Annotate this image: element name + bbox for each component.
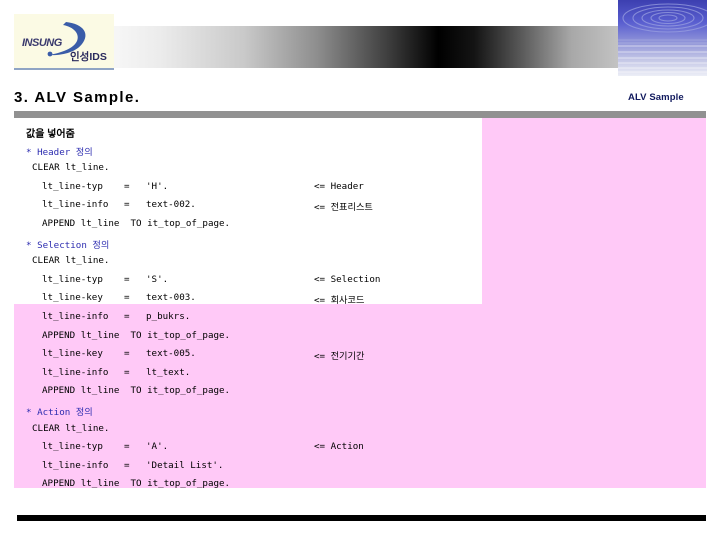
code-line-lhs: lt_line-key [42, 292, 103, 304]
code-line: lt_line-key = text-005. <= 전기기간 [14, 348, 706, 366]
code-line-lhs: lt_line-info [42, 459, 109, 471]
code-line: CLEAR lt_line. [14, 162, 706, 180]
code-line-rhs: text-005. [146, 348, 196, 360]
code-line: CLEAR lt_line. [14, 423, 706, 441]
code-line: * Selection 정의 [14, 237, 706, 255]
code-line-operator: = [124, 199, 130, 211]
code-line-rhs: 'Detail List'. [146, 459, 224, 471]
code-line: lt_line-key = text-003. <= 회사코드 [14, 292, 706, 310]
code-line-text: APPEND lt_line TO it_top_of_page. [42, 218, 231, 229]
code-line: lt_line-typ = 'S'. <= Selection [14, 274, 706, 292]
code-line: APPEND lt_line TO it_top_of_page. [14, 218, 706, 236]
company-logo: INSUNG 인성IDS [14, 14, 114, 70]
slide-header-band: INSUNG 인성IDS [0, 0, 720, 82]
code-line-rhs: text-002. [146, 199, 196, 211]
code-listing: 값을 넣어줌 * Header 정의 CLEAR lt_line. lt_line-t… [14, 118, 706, 489]
code-line: APPEND lt_line TO it_top_of_page. [14, 478, 706, 496]
code-line-text: APPEND lt_line TO it_top_of_page. [42, 329, 231, 341]
code-line-text: CLEAR lt_line. [32, 255, 110, 267]
code-line-comment: * Selection 정의 [26, 239, 110, 251]
water-ripple-icon [618, 0, 707, 76]
code-line-text: CLEAR lt_line. [32, 162, 110, 174]
code-intro-heading-text: 값을 넣어줌 [26, 129, 75, 140]
code-line: lt_line-info = 'Detail List'. [14, 460, 706, 478]
code-line-annotation: <= Action [314, 441, 364, 453]
code-line-rhs: text-003. [146, 292, 196, 304]
code-line: lt_line-info = text-002. <= 전표리스트 [14, 199, 706, 217]
code-intro-heading: 값을 넣어줌 [14, 125, 706, 143]
code-line-operator: = [124, 273, 130, 285]
page-title: 3. ALV Sample. [14, 89, 141, 106]
hero-ripple-image [618, 0, 707, 76]
code-line-annotation: <= 전표리스트 [314, 202, 373, 214]
code-line-rhs: 'H'. [146, 180, 169, 192]
code-line-lhs: lt_line-typ [42, 273, 103, 285]
code-line-lhs: lt_line-typ [42, 180, 103, 192]
insung-logo-icon: INSUNG 인성IDS [22, 22, 107, 63]
code-line: lt_line-typ = 'H'. <= Header [14, 181, 706, 199]
code-line-text: CLEAR lt_line. [32, 422, 110, 434]
code-line-lhs: lt_line-key [42, 348, 103, 360]
code-line: APPEND lt_line TO it_top_of_page. [14, 385, 706, 403]
footer-bar [17, 515, 706, 521]
code-line-rhs: p_bukrs. [146, 311, 191, 322]
code-line-operator: = [124, 348, 130, 360]
code-line: CLEAR lt_line. [14, 255, 706, 273]
code-line-comment: * Action 정의 [26, 407, 93, 418]
code-line-annotation: <= Selection [314, 273, 381, 285]
code-line-operator: = [124, 366, 130, 378]
svg-text:INSUNG: INSUNG [22, 37, 63, 49]
code-line-lhs: lt_line-typ [42, 441, 103, 453]
code-line: lt_line-typ = 'A'. <= Action [14, 441, 706, 459]
code-line-rhs: lt_text. [146, 366, 191, 378]
code-line: lt_line-info = lt_text. [14, 367, 706, 385]
code-line-lhs: lt_line-info [42, 199, 109, 211]
code-line-operator: = [124, 180, 130, 192]
code-line-operator: = [124, 292, 130, 304]
code-line-text: APPEND lt_line TO it_top_of_page. [42, 478, 231, 490]
title-divider-rule [14, 111, 706, 118]
code-line-lhs: lt_line-info [42, 311, 109, 322]
code-line-comment: * Header 정의 [26, 146, 93, 158]
code-line-rhs: 'A'. [146, 441, 169, 453]
code-line-text: APPEND lt_line TO it_top_of_page. [42, 385, 231, 397]
corner-section-label: ALV Sample [628, 92, 684, 103]
code-line: APPEND lt_line TO it_top_of_page. [14, 330, 706, 348]
svg-text:인성IDS: 인성IDS [70, 50, 107, 63]
code-line-operator: = [124, 441, 130, 453]
code-line-annotation: <= Header [314, 180, 364, 192]
code-line-lhs: lt_line-info [42, 366, 109, 378]
code-line: * Action 정의 [14, 404, 706, 422]
code-line-operator: = [124, 311, 130, 322]
code-line-rhs: 'S'. [146, 273, 169, 285]
code-line-annotation: <= 회사코드 [314, 295, 365, 307]
code-line: * Header 정의 [14, 144, 706, 162]
code-line-operator: = [124, 459, 130, 471]
code-line-annotation: <= 전기기간 [314, 351, 365, 363]
code-line: lt_line-info = p_bukrs. [14, 311, 706, 329]
